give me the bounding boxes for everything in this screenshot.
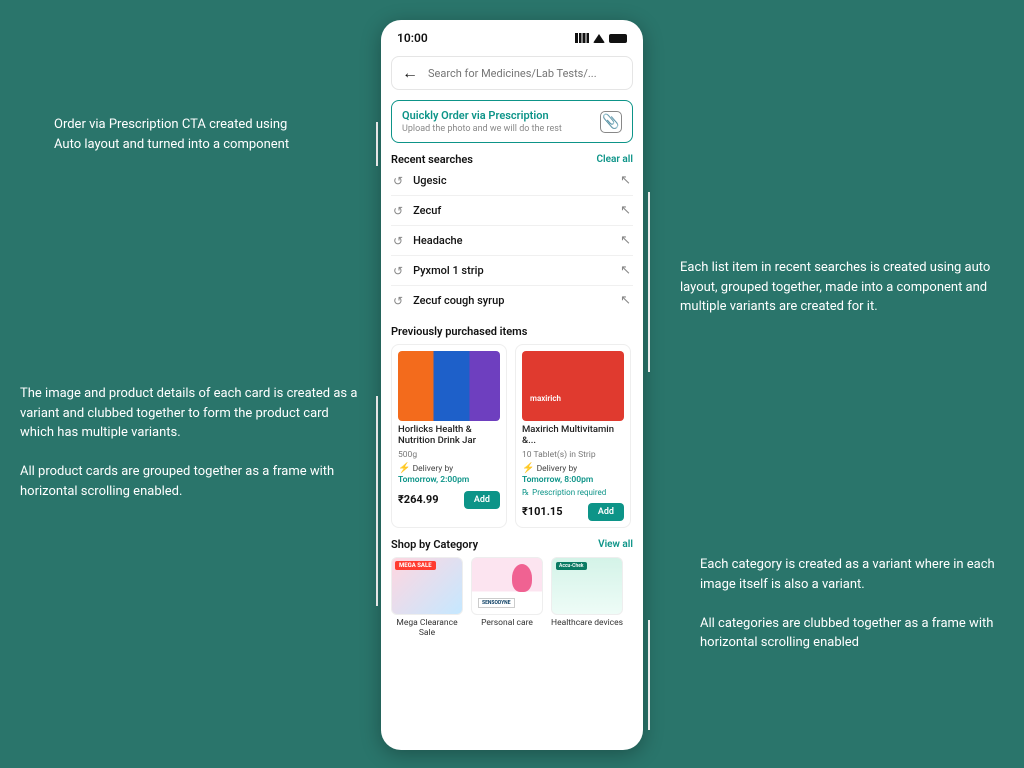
insert-arrow-icon[interactable]: ↖ (620, 263, 631, 278)
category-row[interactable]: MEGA SALE Mega Clearance Sale Personal c… (391, 557, 633, 638)
recent-search-item[interactable]: ↺ Zecuf ↖ (391, 196, 633, 226)
recent-search-item[interactable]: ↺ Headache ↖ (391, 226, 633, 256)
product-price: ₹101.15 (522, 505, 563, 518)
insert-arrow-icon[interactable]: ↖ (620, 233, 631, 248)
category-item[interactable]: Personal care (471, 557, 543, 638)
recent-search-label: Zecuf (413, 204, 610, 217)
product-image (522, 351, 624, 421)
product-image (398, 351, 500, 421)
status-bar: 10:00 (381, 20, 643, 56)
prev-purchased-title: Previously purchased items (391, 325, 527, 338)
product-card[interactable]: Horlicks Health & Nutrition Drink Jar 50… (391, 344, 507, 528)
signal-icon (575, 33, 589, 43)
recent-search-item[interactable]: ↺ Ugesic ↖ (391, 166, 633, 196)
product-card-row[interactable]: Horlicks Health & Nutrition Drink Jar 50… (391, 344, 633, 528)
product-delivery: ⚡ Delivery byTomorrow, 8:00pm (522, 463, 624, 485)
bolt-icon: ⚡ (522, 463, 534, 474)
product-sub: 500g (398, 450, 500, 460)
category-title: Shop by Category (391, 538, 478, 551)
phone-mock: 10:00 ← Quickly Order via Prescription U… (381, 20, 643, 750)
recent-search-item[interactable]: ↺ Pyxmol 1 strip ↖ (391, 256, 633, 286)
status-icons (575, 33, 627, 43)
status-time: 10:00 (397, 31, 428, 45)
annotation-recent-searches: Each list item in recent searches is cre… (680, 258, 995, 317)
category-image (551, 557, 623, 615)
view-all-button[interactable]: View all (598, 539, 633, 550)
history-icon: ↺ (393, 174, 403, 188)
search-box[interactable]: ← (391, 56, 633, 90)
category-label: Personal care (481, 618, 533, 628)
cta-subtitle: Upload the photo and we will do the rest (402, 124, 562, 134)
rx-icon: ℞ (522, 488, 529, 497)
history-icon: ↺ (393, 204, 403, 218)
product-price: ₹264.99 (398, 493, 439, 506)
recent-search-label: Pyxmol 1 strip (413, 264, 610, 277)
category-item[interactable]: Healthcare devices (551, 557, 623, 638)
product-sub: 10 Tablet(s) in Strip (522, 450, 624, 460)
add-button[interactable]: Add (588, 503, 624, 521)
category-label: Healthcare devices (551, 618, 623, 628)
battery-icon (609, 34, 627, 43)
insert-arrow-icon[interactable]: ↖ (620, 293, 631, 308)
recent-search-label: Headache (413, 234, 610, 247)
insert-arrow-icon[interactable]: ↖ (620, 203, 631, 218)
mega-sale-badge: MEGA SALE (395, 561, 436, 570)
prescription-required: ℞ Prescription required (522, 488, 624, 497)
history-icon: ↺ (393, 264, 403, 278)
search-input[interactable] (428, 67, 622, 80)
product-name: Horlicks Health & Nutrition Drink Jar (398, 424, 500, 447)
category-label: Mega Clearance Sale (391, 618, 463, 638)
add-button[interactable]: Add (464, 491, 500, 509)
prescription-cta[interactable]: Quickly Order via Prescription Upload th… (391, 100, 633, 143)
product-card[interactable]: Maxirich Multivitamin &... 10 Tablet(s) … (515, 344, 631, 528)
back-arrow-icon[interactable]: ← (402, 63, 418, 83)
annotation-cta: Order via Prescription CTA created using… (54, 115, 294, 154)
annotation-product-cards: The image and product details of each ca… (20, 384, 360, 501)
connector-line (376, 122, 378, 166)
history-icon: ↺ (393, 294, 403, 308)
category-item[interactable]: MEGA SALE Mega Clearance Sale (391, 557, 463, 638)
connector-line (648, 192, 650, 372)
attachment-icon[interactable]: 📎 (600, 111, 622, 133)
insert-arrow-icon[interactable]: ↖ (620, 173, 631, 188)
recent-search-label: Ugesic (413, 174, 610, 187)
content-scroll: Quickly Order via Prescription Upload th… (381, 100, 643, 750)
connector-line (376, 396, 378, 606)
category-image: MEGA SALE (391, 557, 463, 615)
product-name: Maxirich Multivitamin &... (522, 424, 624, 447)
recent-searches-title: Recent searches (391, 153, 473, 166)
cta-title: Quickly Order via Prescription (402, 109, 562, 122)
product-delivery: ⚡ Delivery byTomorrow, 2:00pm (398, 463, 500, 485)
recent-search-label: Zecuf cough syrup (413, 294, 610, 307)
recent-search-item[interactable]: ↺ Zecuf cough syrup ↖ (391, 286, 633, 315)
category-image (471, 557, 543, 615)
recent-searches-list: ↺ Ugesic ↖ ↺ Zecuf ↖ ↺ Headache ↖ ↺ Pyxm… (391, 166, 633, 315)
connector-line (648, 620, 650, 730)
wifi-icon (593, 34, 605, 43)
clear-all-button[interactable]: Clear all (596, 154, 633, 165)
history-icon: ↺ (393, 234, 403, 248)
bolt-icon: ⚡ (398, 463, 410, 474)
annotation-categories: Each category is created as a variant wh… (700, 555, 1000, 653)
